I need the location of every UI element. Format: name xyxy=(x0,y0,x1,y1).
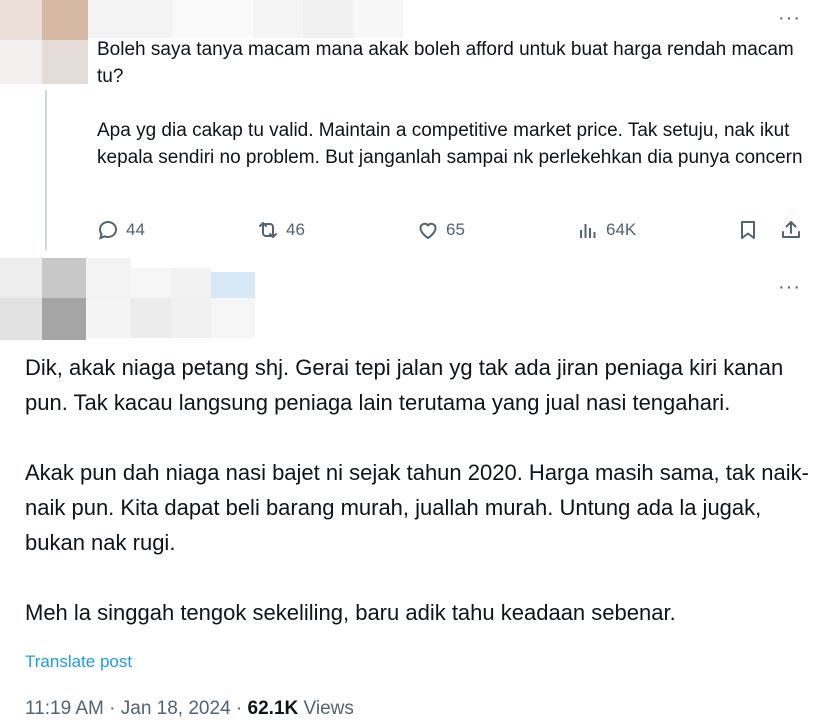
meta-separator: · xyxy=(235,698,243,719)
views-count: 64K xyxy=(606,220,637,239)
tweet2-meta: 11:19 AM · Jan 18, 2024 · 62.1K Views xyxy=(25,698,354,720)
tweet1-paragraph: Boleh saya tanya macam mana akak boleh a… xyxy=(97,39,794,87)
tweet2-paragraph: Akak pun dah niaga nasi bajet ni sejak t… xyxy=(25,460,809,555)
retweet-button[interactable]: 46 xyxy=(256,218,305,242)
tweet2-text: Dik, akak niaga petang shj. Gerai tepi j… xyxy=(25,350,815,630)
share-icon xyxy=(782,221,800,238)
reply-button[interactable]: 44 xyxy=(96,218,145,242)
tweet1-text: Boleh saya tanya macam mana akak boleh a… xyxy=(97,36,807,171)
post-date[interactable]: Jan 18, 2024 xyxy=(121,698,231,719)
tweet2-more-icon[interactable]: ··· xyxy=(778,277,801,297)
tweet1-more-icon[interactable]: ··· xyxy=(778,8,801,28)
views-count: 62.1K xyxy=(247,698,299,719)
tweet1-action-bar: 44 46 65 64K xyxy=(96,218,808,244)
meta-separator: · xyxy=(109,698,116,719)
retweet-icon xyxy=(259,222,277,238)
reply-icon xyxy=(98,220,118,240)
bookmark-icon xyxy=(741,221,755,239)
heart-icon xyxy=(419,222,437,240)
views-button[interactable]: 64K xyxy=(576,218,636,242)
tweet2-paragraph: Meh la singgah tengok sekeliling, baru a… xyxy=(25,600,676,625)
translate-post-link[interactable]: Translate post xyxy=(25,652,132,672)
retweet-count: 46 xyxy=(286,220,305,239)
post-time[interactable]: 11:19 AM xyxy=(25,698,104,719)
analytics-icon xyxy=(580,224,596,238)
like-count: 65 xyxy=(446,220,465,239)
thread-connector-line xyxy=(45,90,47,250)
reply-count: 44 xyxy=(126,220,145,239)
tweet2-paragraph: Dik, akak niaga petang shj. Gerai tepi j… xyxy=(25,355,784,415)
bookmark-button[interactable] xyxy=(736,218,766,242)
tweet1-paragraph: Apa yg dia cakap tu valid. Maintain a co… xyxy=(97,120,803,168)
like-button[interactable]: 65 xyxy=(416,218,465,242)
views-label: Views xyxy=(303,698,354,719)
share-button[interactable] xyxy=(779,218,809,242)
